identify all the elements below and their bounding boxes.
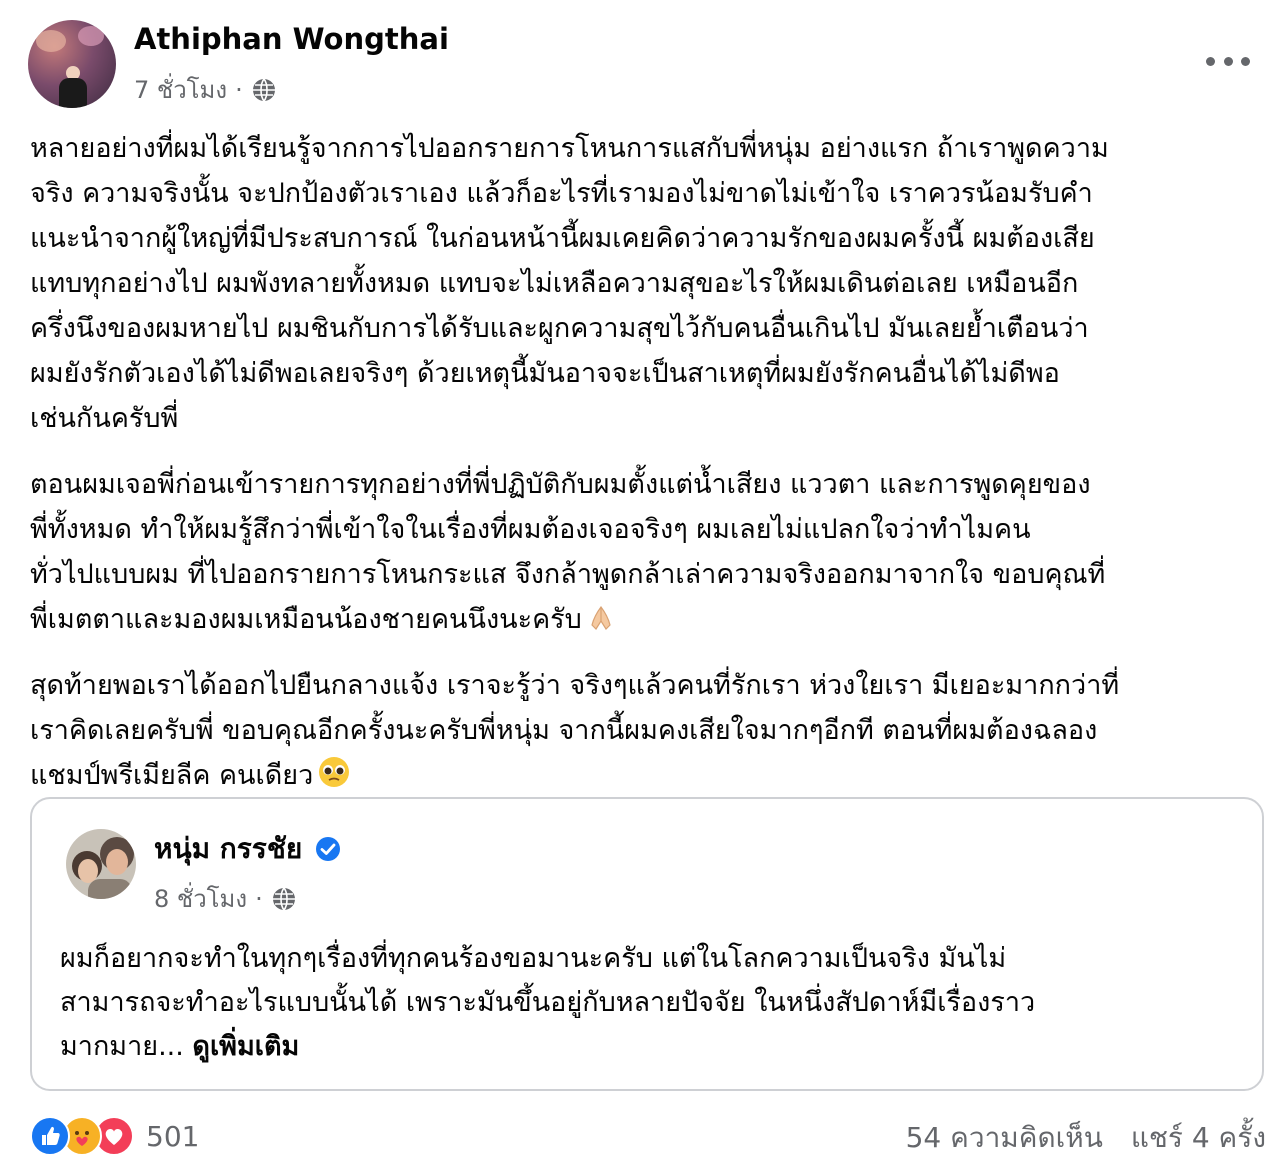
reactions-summary[interactable]: 501 (30, 1116, 199, 1156)
dot-icon (1223, 56, 1233, 66)
post-footer: 501 54 ความคิดเห็น แชร์ 4 ครั้ง (30, 1112, 1266, 1160)
meta-separator: · (255, 884, 263, 913)
verified-badge-icon (316, 837, 341, 861)
like-reaction-icon (30, 1116, 70, 1156)
see-more-link[interactable]: ดูเพิ่มเติม (192, 1031, 299, 1062)
shared-author-name[interactable]: หนุ่ม กรรชัย (154, 827, 302, 871)
shared-timestamp[interactable]: 8 ชั่วโมง (154, 879, 247, 918)
post-paragraph: ตอนผมเจอพี่ก่อนเข้ารายการทุกอย่างที่พี่ป… (30, 462, 1264, 642)
shared-post-card[interactable]: หนุ่ม กรรชัย 8 ชั่วโมง · ผมก็อยากจะทำในท… (30, 797, 1264, 1091)
reaction-count: 501 (146, 1119, 200, 1153)
meta-separator: · (235, 75, 243, 104)
folded-hands-emoji-icon (591, 605, 611, 630)
post-meta: 7 ชั่วโมง · (134, 70, 277, 109)
author-name[interactable]: Athiphan Wongthai (134, 22, 449, 56)
post-paragraph: สุดท้ายพอเราได้ออกไปยืนกลางแจ้ง เราจะรู้… (30, 663, 1264, 798)
post-paragraph-text: สุดท้ายพอเราได้ออกไปยืนกลางแจ้ง เราจะรู้… (30, 670, 1120, 791)
facebook-post: Athiphan Wongthai 7 ชั่วโมง · หลายอย่างท… (0, 0, 1280, 1166)
comments-count-link[interactable]: 54 ความคิดเห็น (906, 1116, 1103, 1160)
post-stats: 54 ความคิดเห็น แชร์ 4 ครั้ง (906, 1116, 1266, 1160)
shares-count-link[interactable]: แชร์ 4 ครั้ง (1131, 1116, 1266, 1160)
post-paragraph-text: ตอนผมเจอพี่ก่อนเข้ารายการทุกอย่างที่พี่ป… (30, 469, 1106, 635)
pleading-face-emoji-icon (319, 757, 350, 787)
post-body: หลายอย่างที่ผมได้เรียนรู้จากการไปออกรายก… (30, 126, 1264, 819)
dot-icon (1241, 56, 1250, 66)
shared-author: หนุ่ม กรรชัย (154, 827, 342, 871)
shared-meta: 8 ชั่วโมง · (154, 879, 297, 918)
shared-body: ผมก็อยากจะทำในทุกๆเรื่องที่ทุกคนร้องขอมา… (60, 937, 1220, 1069)
more-options-button[interactable] (1206, 48, 1250, 74)
author-avatar[interactable] (28, 20, 116, 108)
post-timestamp[interactable]: 7 ชั่วโมง (134, 70, 227, 109)
dot-icon (1206, 56, 1215, 66)
globe-icon (252, 77, 275, 102)
shared-author-avatar[interactable] (66, 829, 136, 899)
globe-icon (272, 886, 295, 911)
post-paragraph: หลายอย่างที่ผมได้เรียนรู้จากการไปออกรายก… (30, 133, 1109, 434)
